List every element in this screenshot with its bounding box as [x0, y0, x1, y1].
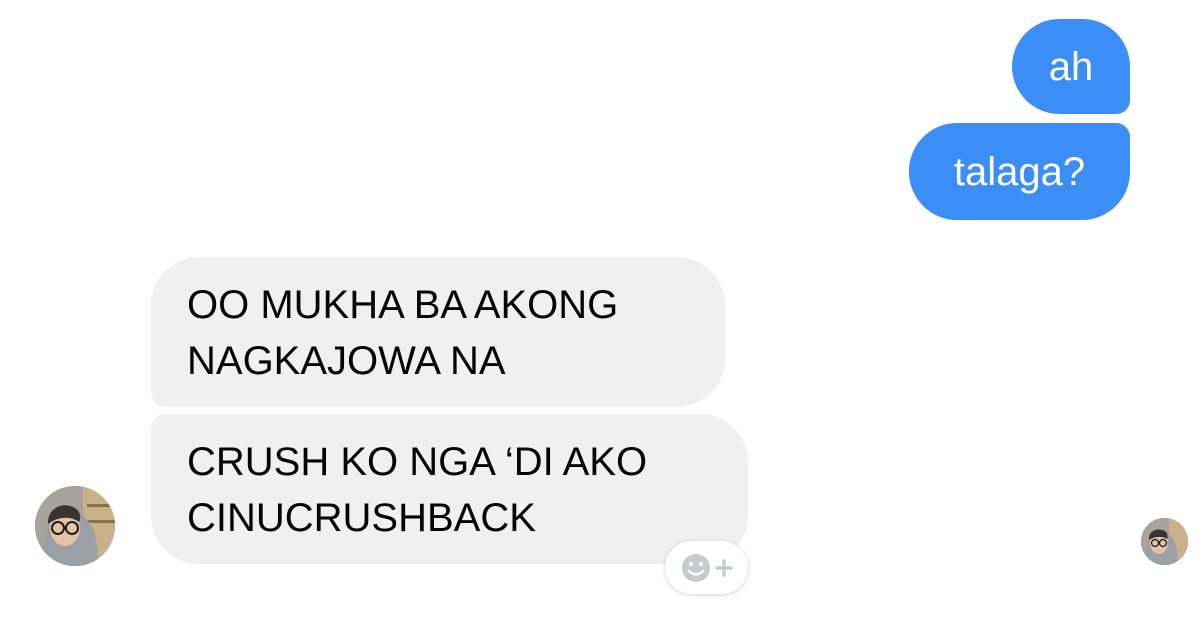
message-text-line: OO MUKHA BA AKONG: [187, 283, 619, 327]
message-text: ah: [1048, 45, 1094, 89]
smiley-plus-icon: [682, 554, 733, 582]
message-bubble-sent[interactable]: talaga?: [909, 123, 1130, 220]
message-text-line: CINUCRUSHBACK: [187, 496, 536, 540]
sender-avatar[interactable]: [35, 486, 115, 566]
message-bubble-sent[interactable]: ah: [1012, 19, 1130, 114]
message-text: talaga?: [953, 150, 1086, 194]
message-text-line: NAGKAJOWA NA: [187, 339, 506, 383]
message-bubble-received[interactable]: OO MUKHA BA AKONG NAGKAJOWA NA: [151, 257, 725, 407]
message-bubble-received[interactable]: CRUSH KO NGA ‘DI AKO CINUCRUSHBACK: [151, 414, 748, 564]
profile-photo-icon: [1141, 518, 1188, 565]
add-reaction-button[interactable]: [665, 541, 748, 594]
message-text-line: CRUSH KO NGA ‘DI AKO: [187, 440, 648, 484]
seen-receipt-avatar: [1141, 518, 1188, 565]
profile-photo-icon: [35, 486, 115, 566]
